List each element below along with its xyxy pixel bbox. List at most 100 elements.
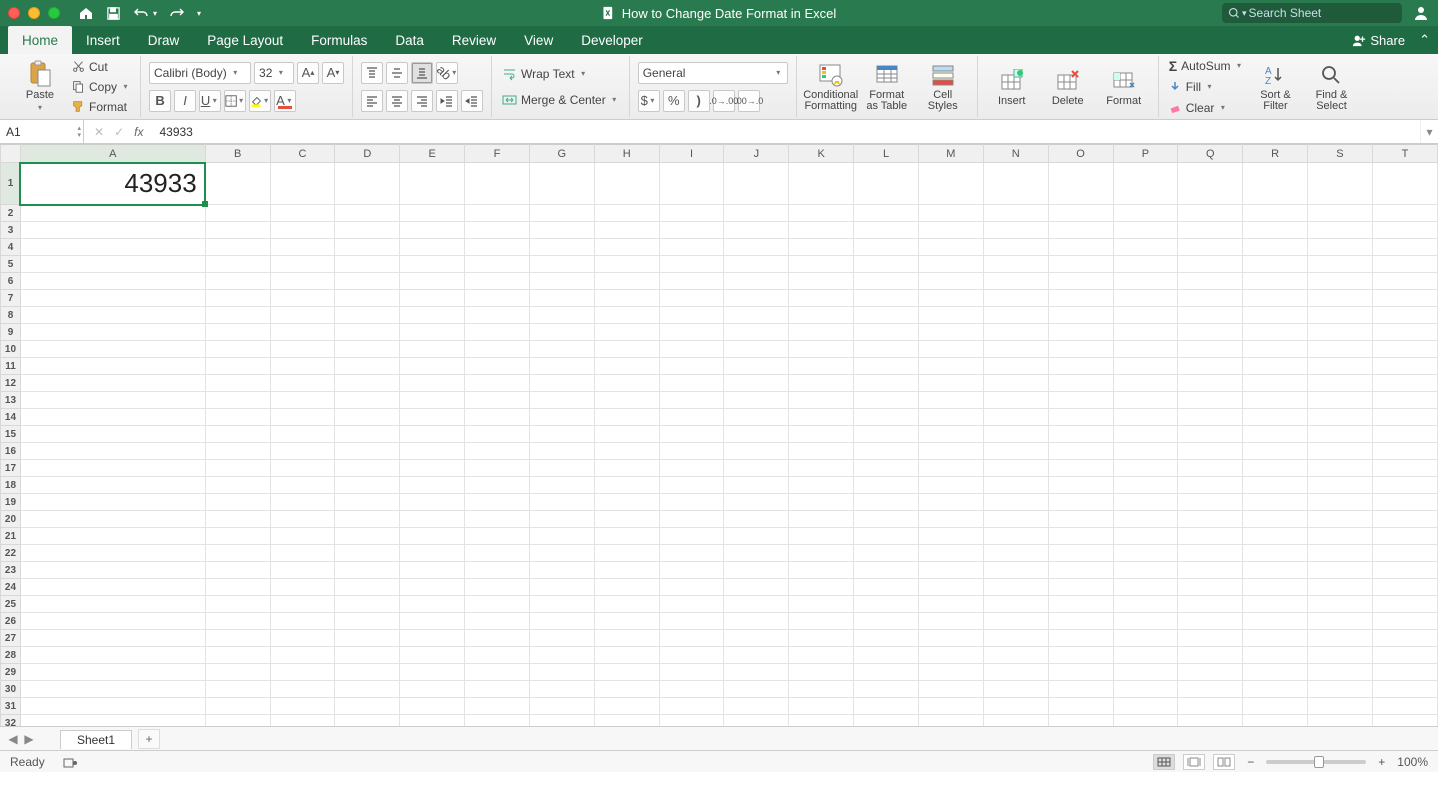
cell-B28[interactable] (205, 647, 270, 664)
cell-Q14[interactable] (1178, 409, 1243, 426)
cell-G27[interactable] (529, 630, 594, 647)
sheet-tab[interactable]: Sheet1 (60, 730, 132, 749)
cell-E9[interactable] (400, 324, 465, 341)
cell-A30[interactable] (20, 681, 205, 698)
row-header-8[interactable]: 8 (1, 307, 21, 324)
cell-D15[interactable] (335, 426, 400, 443)
cell-H19[interactable] (594, 494, 659, 511)
cell-I9[interactable] (659, 324, 724, 341)
cell-R20[interactable] (1243, 511, 1308, 528)
cell-E11[interactable] (400, 358, 465, 375)
cell-T10[interactable] (1372, 341, 1437, 358)
cell-A22[interactable] (20, 545, 205, 562)
cell-M10[interactable] (918, 341, 983, 358)
cell-L16[interactable] (854, 443, 919, 460)
cell-K30[interactable] (789, 681, 854, 698)
number-format-combo[interactable]: General▾ (638, 62, 788, 84)
cell-O15[interactable] (1048, 426, 1113, 443)
cell-G4[interactable] (529, 239, 594, 256)
align-top-icon[interactable] (361, 62, 383, 84)
cell-A10[interactable] (20, 341, 205, 358)
cell-M12[interactable] (918, 375, 983, 392)
cell-I17[interactable] (659, 460, 724, 477)
cell-K24[interactable] (789, 579, 854, 596)
cell-H31[interactable] (594, 698, 659, 715)
row-header-13[interactable]: 13 (1, 392, 21, 409)
cell-D11[interactable] (335, 358, 400, 375)
cell-L13[interactable] (854, 392, 919, 409)
cell-A26[interactable] (20, 613, 205, 630)
cell-M8[interactable] (918, 307, 983, 324)
cell-K1[interactable] (789, 163, 854, 205)
cell-N1[interactable] (983, 163, 1048, 205)
cell-L18[interactable] (854, 477, 919, 494)
cell-S9[interactable] (1308, 324, 1373, 341)
cell-R23[interactable] (1243, 562, 1308, 579)
cell-S20[interactable] (1308, 511, 1373, 528)
cell-Q23[interactable] (1178, 562, 1243, 579)
cell-H25[interactable] (594, 596, 659, 613)
cell-C14[interactable] (270, 409, 335, 426)
cell-F3[interactable] (465, 222, 530, 239)
cell-N27[interactable] (983, 630, 1048, 647)
cell-N30[interactable] (983, 681, 1048, 698)
cell-J14[interactable] (724, 409, 789, 426)
cell-G32[interactable] (529, 715, 594, 727)
col-header-P[interactable]: P (1113, 145, 1178, 163)
cell-A29[interactable] (20, 664, 205, 681)
cell-T9[interactable] (1372, 324, 1437, 341)
cell-O3[interactable] (1048, 222, 1113, 239)
row-header-22[interactable]: 22 (1, 545, 21, 562)
tab-formulas[interactable]: Formulas (297, 26, 381, 54)
cell-H32[interactable] (594, 715, 659, 727)
font-color-button[interactable]: A▾ (274, 90, 296, 112)
tab-view[interactable]: View (510, 26, 567, 54)
col-header-I[interactable]: I (659, 145, 724, 163)
cell-P17[interactable] (1113, 460, 1178, 477)
cell-R25[interactable] (1243, 596, 1308, 613)
format-as-table-button[interactable]: Format as Table (861, 57, 913, 117)
cell-D13[interactable] (335, 392, 400, 409)
cell-E13[interactable] (400, 392, 465, 409)
cell-O10[interactable] (1048, 341, 1113, 358)
cell-B5[interactable] (205, 256, 270, 273)
decrease-indent-icon[interactable] (436, 90, 458, 112)
cell-L6[interactable] (854, 273, 919, 290)
row-header-19[interactable]: 19 (1, 494, 21, 511)
cell-N12[interactable] (983, 375, 1048, 392)
col-header-H[interactable]: H (594, 145, 659, 163)
cell-E24[interactable] (400, 579, 465, 596)
font-size-combo[interactable]: 32▾ (254, 62, 294, 84)
zoom-out-icon[interactable]: − (1243, 755, 1258, 769)
cell-D32[interactable] (335, 715, 400, 727)
cell-B8[interactable] (205, 307, 270, 324)
cell-H8[interactable] (594, 307, 659, 324)
row-header-20[interactable]: 20 (1, 511, 21, 528)
cell-Q1[interactable] (1178, 163, 1243, 205)
cell-I13[interactable] (659, 392, 724, 409)
col-header-R[interactable]: R (1243, 145, 1308, 163)
cell-Q10[interactable] (1178, 341, 1243, 358)
cell-D28[interactable] (335, 647, 400, 664)
cell-E25[interactable] (400, 596, 465, 613)
cell-J19[interactable] (724, 494, 789, 511)
col-header-C[interactable]: C (270, 145, 335, 163)
cell-P12[interactable] (1113, 375, 1178, 392)
cell-T4[interactable] (1372, 239, 1437, 256)
cell-A5[interactable] (20, 256, 205, 273)
cell-L1[interactable] (854, 163, 919, 205)
cell-F32[interactable] (465, 715, 530, 727)
cell-Q6[interactable] (1178, 273, 1243, 290)
cell-K8[interactable] (789, 307, 854, 324)
cut-button[interactable]: Cut (70, 58, 132, 76)
cell-C26[interactable] (270, 613, 335, 630)
cell-F10[interactable] (465, 341, 530, 358)
cell-E12[interactable] (400, 375, 465, 392)
cell-P26[interactable] (1113, 613, 1178, 630)
col-header-E[interactable]: E (400, 145, 465, 163)
cell-F19[interactable] (465, 494, 530, 511)
cell-G1[interactable] (529, 163, 594, 205)
cancel-formula-icon[interactable]: ✕ (94, 125, 104, 139)
cell-K7[interactable] (789, 290, 854, 307)
cell-G29[interactable] (529, 664, 594, 681)
